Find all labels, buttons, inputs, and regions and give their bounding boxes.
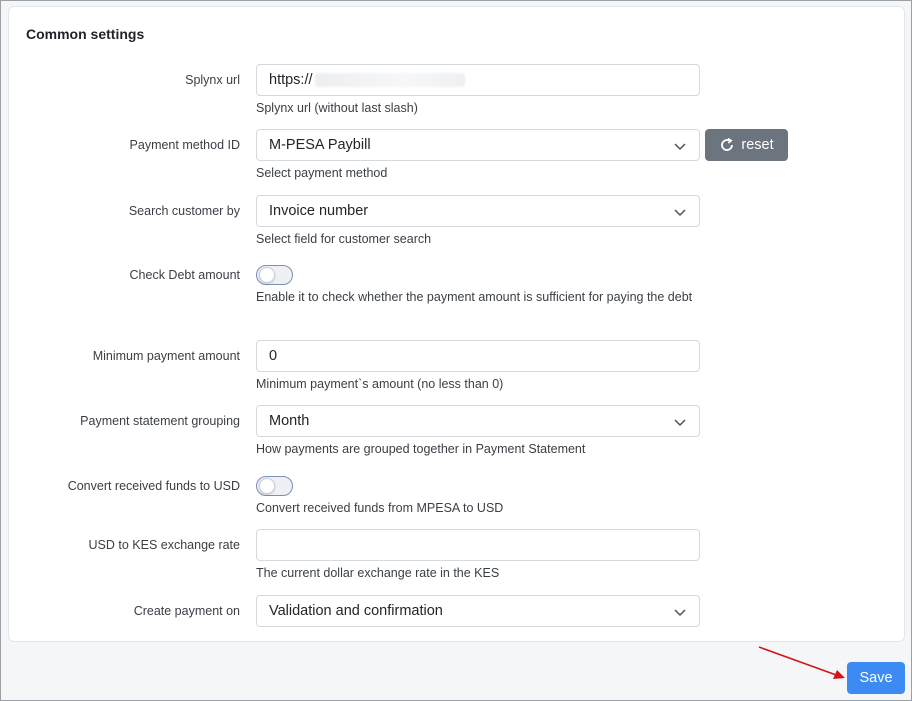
reset-label: reset (741, 137, 774, 153)
statement-grouping-select[interactable]: Month (256, 405, 700, 437)
check-debt-toggle[interactable] (256, 265, 293, 285)
statement-grouping-value: Month (269, 413, 310, 429)
statement-grouping-help: How payments are grouped together in Pay… (256, 442, 586, 456)
refresh-icon (721, 137, 734, 151)
exchange-rate-input[interactable] (256, 529, 700, 561)
payment-method-select[interactable]: M-PESA Paybill (256, 129, 700, 161)
splynx-url-help: Splynx url (without last slash) (256, 101, 418, 115)
splynx-url-label: Splynx url (185, 73, 240, 87)
check-debt-help: Enable it to check whether the payment a… (256, 290, 693, 304)
search-customer-select[interactable]: Invoice number (256, 195, 700, 227)
exchange-rate-help: The current dollar exchange rate in the … (256, 566, 500, 580)
common-settings-card: Common settings Splynx url https:// Sply… (8, 6, 905, 642)
convert-usd-toggle[interactable] (256, 476, 293, 496)
convert-usd-help: Convert received funds from MPESA to USD (256, 501, 504, 515)
chevron-down-icon (674, 609, 686, 617)
exchange-rate-label: USD to KES exchange rate (88, 538, 240, 552)
payment-method-label: Payment method ID (129, 138, 240, 152)
section-title: Common settings (26, 26, 145, 42)
toggle-knob (259, 478, 275, 494)
chevron-down-icon (674, 209, 686, 217)
chevron-down-icon (674, 143, 686, 151)
window-frame: Common settings Splynx url https:// Sply… (0, 0, 912, 701)
min-payment-value: 0 (269, 348, 278, 364)
statement-grouping-label: Payment statement grouping (80, 414, 240, 428)
convert-usd-label: Convert received funds to USD (67, 479, 240, 493)
search-customer-label: Search customer by (128, 204, 240, 218)
min-payment-help: Minimum payment`s amount (no less than 0… (256, 377, 504, 391)
save-button[interactable]: Save (847, 662, 905, 694)
create-payment-select[interactable]: Validation and confirmation (256, 595, 700, 627)
min-payment-input[interactable]: 0 (256, 340, 700, 372)
create-payment-label: Create payment on (133, 604, 240, 618)
splynx-url-input[interactable]: https:// (256, 64, 700, 96)
redacted-url-blur (314, 73, 465, 87)
chevron-down-icon (674, 419, 686, 427)
splynx-url-value: https:// (269, 72, 313, 88)
search-customer-help: Select field for customer search (256, 232, 432, 246)
red-arrow-icon (758, 646, 845, 679)
min-payment-label: Minimum payment amount (92, 349, 240, 363)
payment-method-value: M-PESA Paybill (269, 137, 371, 153)
check-debt-label: Check Debt amount (129, 268, 240, 282)
reset-button[interactable]: reset (705, 129, 788, 161)
create-payment-value: Validation and confirmation (269, 603, 443, 619)
payment-method-help: Select payment method (256, 166, 388, 180)
search-customer-value: Invoice number (269, 203, 369, 219)
toggle-knob (259, 267, 275, 283)
